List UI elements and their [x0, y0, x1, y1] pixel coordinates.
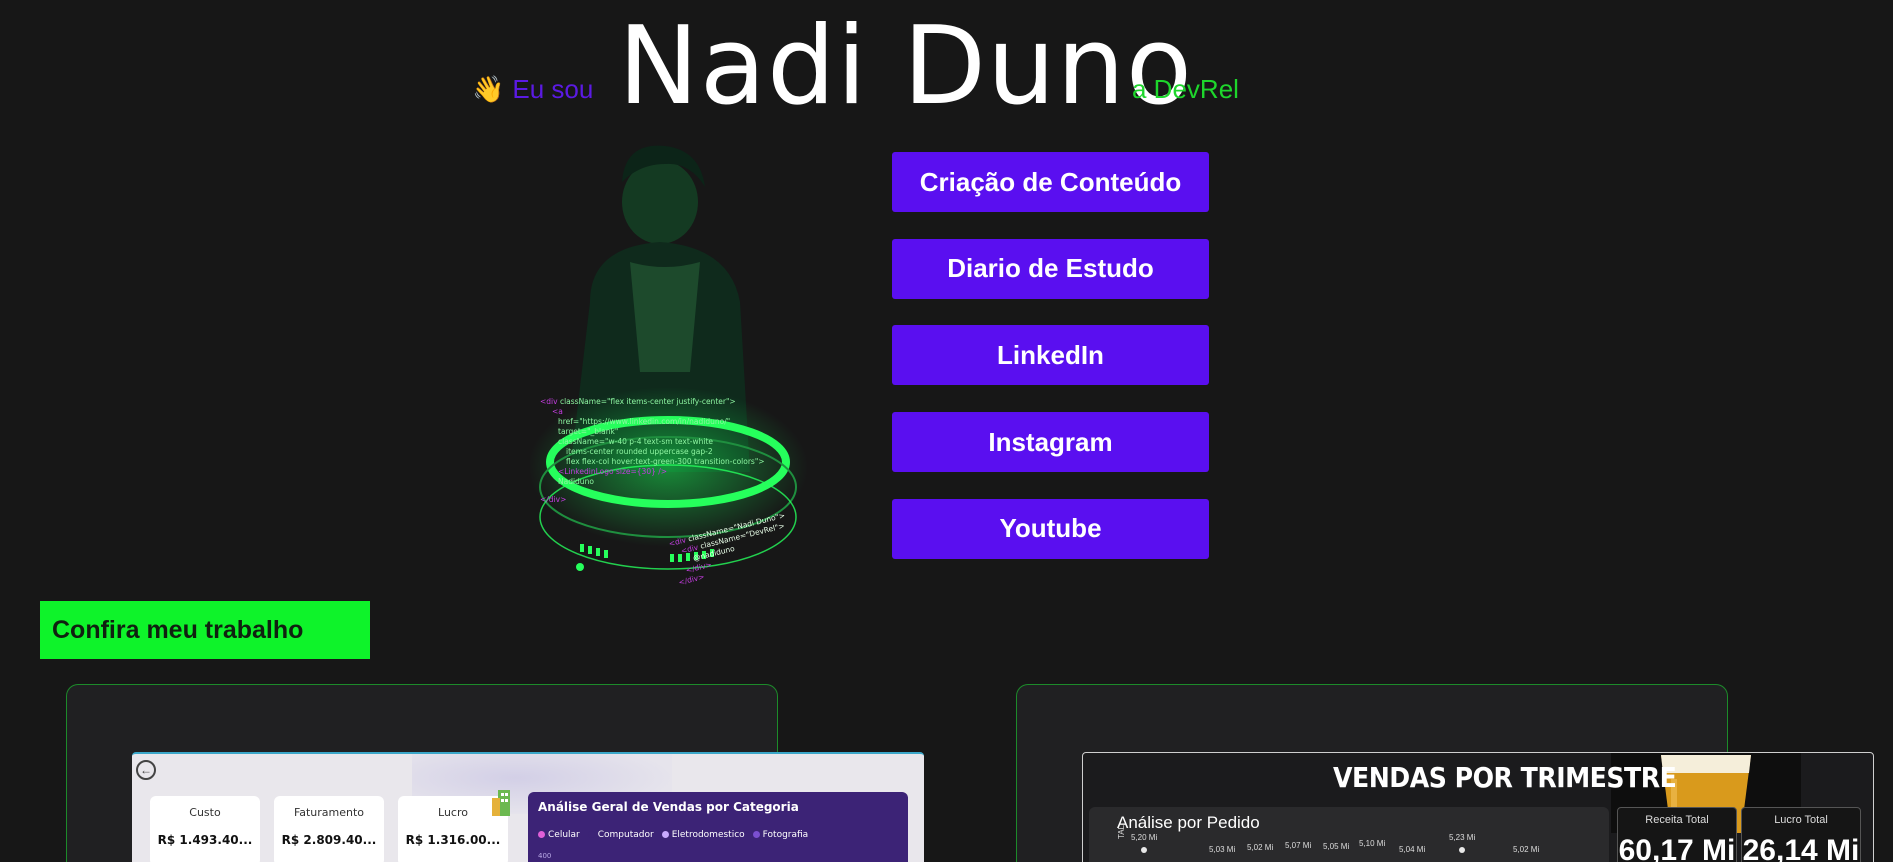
order-analysis-panel: Análise por Pedido TAL 5,20 Mi 5,03 Mi 5…	[1089, 807, 1609, 862]
chart-legend: Celular Computador Eletrodomestico Fotog…	[538, 830, 808, 840]
svg-text:</div>: </div>	[678, 572, 706, 587]
legend-item: Fotografia	[752, 830, 808, 840]
panel-title: Análise por Pedido	[1117, 813, 1260, 832]
kpi-value: R$ 2.809.40...	[281, 833, 377, 847]
svg-text:flex flex-col hover:text-green: flex flex-col hover:text-green-300 trans…	[566, 457, 765, 466]
kpi-value: 60,17 Mi	[1618, 834, 1736, 862]
point-label: 5,03 Mi	[1209, 845, 1236, 854]
point-label: 5,20 Mi	[1131, 833, 1158, 842]
axis-tick: 400	[538, 852, 552, 860]
dashboard-preview-quarterly-sales[interactable]: VENDAS POR TRIMESTRE Análise por Pedido …	[1082, 752, 1874, 862]
kpi-value: 26,14 Mi	[1742, 834, 1860, 862]
data-point	[1141, 847, 1147, 853]
svg-text:<a: <a	[552, 407, 563, 416]
point-label: 5,23 Mi	[1449, 833, 1476, 842]
kpi-value: R$ 1.493.40...	[157, 833, 253, 847]
svg-text:href="https://www.linkedin.com: href="https://www.linkedin.com/in/nadidu…	[558, 417, 730, 426]
kpi-label: Custo	[189, 806, 221, 819]
social-links: Criação de Conteúdo Diario de Estudo Lin…	[892, 152, 1209, 585]
greeting-text: Eu sou	[512, 74, 594, 104]
page-title: Nadi Duno	[618, 4, 1193, 129]
back-arrow-icon: ←	[136, 760, 156, 780]
waving-hand-icon: 👋	[472, 74, 505, 104]
kpi-label: Receita Total	[1645, 814, 1709, 826]
study-diary-button[interactable]: Diario de Estudo	[892, 238, 1209, 299]
greeting: 👋 Eu sou	[472, 74, 593, 105]
point-label: 5,02 Mi	[1513, 845, 1540, 854]
point-label: 5,04 Mi	[1399, 845, 1426, 854]
portfolio-page: 👋 Eu sou Nadi Duno a DevRel <div classNa…	[0, 0, 1893, 862]
svg-text:<LinkedinLogo size={30} />: <LinkedinLogo size={30} />	[558, 467, 667, 476]
kpi-card-revenue: Faturamento R$ 2.809.40...	[274, 796, 384, 862]
kpi-value: R$ 1.316.00...	[405, 833, 501, 847]
point-label: 5,10 Mi	[1359, 839, 1386, 848]
legend-item: Computador	[587, 830, 654, 840]
panel-title: Análise Geral de Vendas por Categoria	[538, 800, 799, 814]
work-section-heading: Confira meu trabalho	[40, 601, 370, 659]
axis-label: TAL	[1117, 824, 1126, 839]
kpi-total-profit: Lucro Total 26,14 Mi	[1741, 807, 1861, 862]
content-creation-button[interactable]: Criação de Conteúdo	[892, 152, 1209, 212]
point-label: 5,07 Mi	[1285, 841, 1312, 850]
category-sales-panel: Análise Geral de Vendas por Categoria Ce…	[528, 792, 908, 862]
data-point	[1459, 847, 1465, 853]
legend-item: Eletrodomestico	[661, 830, 745, 840]
linkedin-button[interactable]: LinkedIn	[892, 325, 1209, 386]
svg-text:items-center rounded uppercase: items-center rounded uppercase gap-2	[566, 447, 713, 456]
instagram-button[interactable]: Instagram	[892, 412, 1209, 473]
kpi-total-revenue: Receita Total 60,17 Mi	[1617, 807, 1737, 862]
role-text: a DevRel	[1132, 74, 1239, 104]
svg-text:</div>: </div>	[540, 495, 566, 504]
svg-text:className="w-40 p-4 text-sm t: className="w-40 p-4 text-sm text-white	[558, 437, 713, 446]
dashboard-preview-sales-category[interactable]: ← Custo R$ 1.493.40... Faturamento R$ 2.…	[132, 752, 924, 862]
point-label: 5,02 Mi	[1247, 843, 1274, 852]
developer-avatar-illustration: <div className="flex items-center justif…	[528, 142, 830, 594]
kpi-label: Faturamento	[293, 806, 365, 819]
kpi-card-cost: Custo R$ 1.493.40...	[150, 796, 260, 862]
kpi-label: Lucro Total	[1774, 814, 1828, 826]
legend-item: Celular	[538, 830, 580, 840]
svg-text:Nadiduno: Nadiduno	[558, 477, 594, 486]
youtube-button[interactable]: Youtube	[892, 498, 1209, 559]
dashboard-title: VENDAS POR TRIMESTRE	[1333, 761, 1677, 794]
svg-text:<div className="flex items-cen: <div className="flex items-center justif…	[540, 397, 736, 406]
hero-header: 👋 Eu sou Nadi Duno a DevRel	[0, 0, 1893, 129]
phone-building-icon	[492, 790, 510, 816]
svg-text:target="_blank": target="_blank"	[558, 427, 618, 436]
point-label: 5,05 Mi	[1323, 842, 1350, 851]
